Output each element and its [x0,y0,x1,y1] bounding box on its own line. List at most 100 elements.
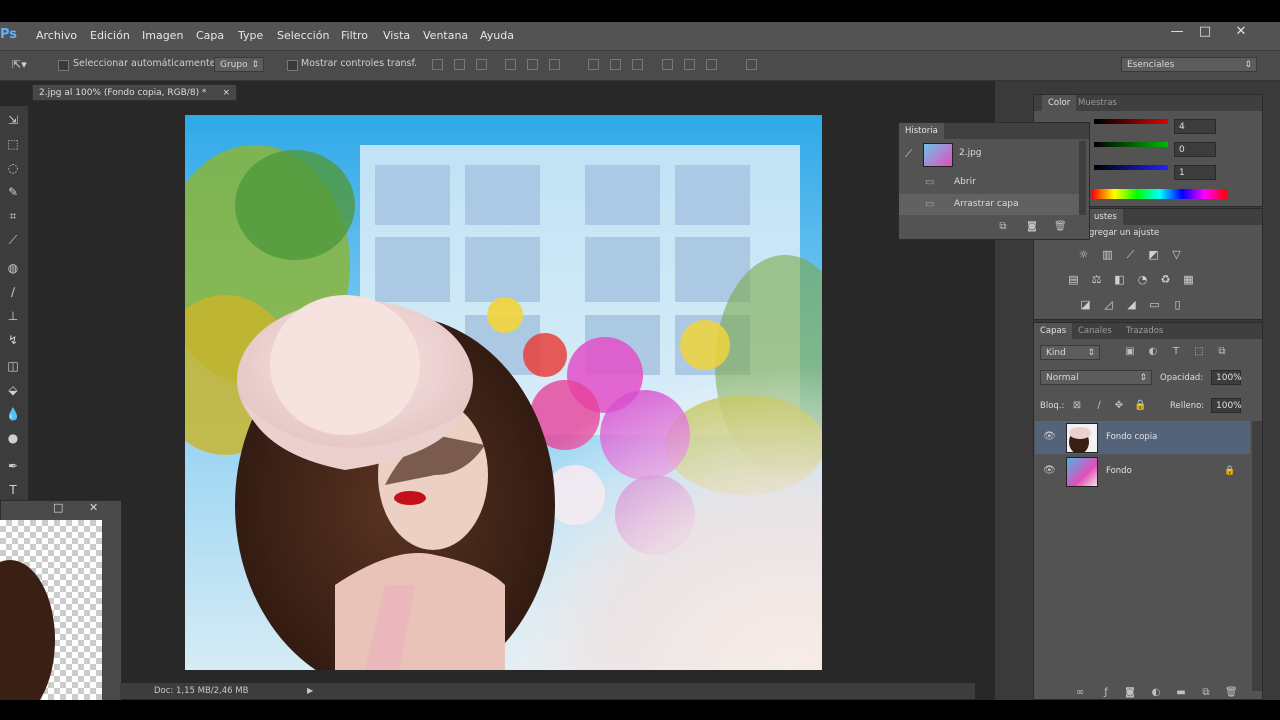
tab-layers[interactable]: Capas [1034,323,1073,339]
lasso-tool-icon[interactable]: ◌ [3,158,23,178]
green-slider[interactable] [1094,142,1168,147]
menu-capa[interactable]: Capa [190,22,230,50]
minimize-button[interactable]: — [1162,22,1192,44]
history-snapshot[interactable]: ⟋ 2.jpg [899,143,1079,171]
new-snapshot-icon[interactable]: ◙ [1026,221,1038,233]
lock-pixels-icon[interactable]: ∕ [1093,400,1105,412]
new-group-icon[interactable]: ▬ [1175,687,1187,699]
add-mask-icon[interactable]: ◙ [1124,687,1136,699]
document-canvas[interactable] [185,115,822,670]
photo-filter-icon[interactable]: ◔ [1136,273,1149,286]
filter-adjustment-icon[interactable]: ◐ [1147,346,1159,358]
distribute-hcenter-icon[interactable] [684,59,695,70]
marquee-tool-icon[interactable]: ⬚ [3,134,23,154]
pen-tool-icon[interactable]: ✒ [3,456,23,476]
filter-pixel-icon[interactable]: ▣ [1124,346,1136,358]
history-item-selected[interactable]: ▭ Arrastrar capa [899,194,1079,215]
distribute-bottom-icon[interactable] [632,59,643,70]
auto-select-dropdown[interactable]: Grupo ⇕ [214,57,264,72]
paint-bucket-tool-icon[interactable]: ⬙ [3,380,23,400]
eyedropper-tool-icon[interactable]: ⟋ [3,230,23,250]
auto-align-icon[interactable] [746,59,757,70]
channel-mixer-icon[interactable]: ♻ [1159,273,1172,286]
move-tool-icon[interactable]: ⇱▾ [12,58,27,71]
subwin-maximize-icon[interactable]: □ [53,501,63,514]
close-button[interactable]: ✕ [1226,22,1256,44]
fill-input[interactable]: 100% [1211,398,1242,413]
color-lookup-icon[interactable]: ▦ [1182,273,1195,286]
tab-channels[interactable]: Canales [1072,323,1118,339]
lock-position-icon[interactable]: ✥ [1113,400,1125,412]
color-spectrum[interactable] [1092,189,1227,199]
layer-row-selected[interactable]: 👁 Fondo copia [1035,421,1250,454]
posterize-icon[interactable]: ◿ [1102,298,1115,311]
menu-archivo[interactable]: Archivo [30,22,83,50]
distribute-right-icon[interactable] [706,59,717,70]
hue-sat-icon[interactable]: ▤ [1067,273,1080,286]
new-adjustment-layer-icon[interactable]: ◐ [1150,687,1162,699]
quick-select-tool-icon[interactable]: ✎ [3,182,23,202]
threshold-icon[interactable]: ◢ [1125,298,1138,311]
menu-edicion[interactable]: Edición [84,22,136,50]
invert-icon[interactable]: ◪ [1079,298,1092,311]
type-tool-icon[interactable]: T [3,480,23,500]
healing-tool-icon[interactable]: ◍ [3,258,23,278]
distribute-left-icon[interactable] [662,59,673,70]
align-vcenter-icon[interactable] [454,59,465,70]
lock-transparent-icon[interactable]: ⊠ [1071,400,1083,412]
vibrance-icon[interactable]: ▽ [1170,248,1183,261]
align-left-icon[interactable] [505,59,516,70]
history-brush-source-icon[interactable]: ⟋ [905,145,912,165]
layer-style-icon[interactable]: ƒ [1100,687,1112,699]
crop-tool-icon[interactable]: ⌗ [3,206,23,226]
link-layers-icon[interactable]: ∞ [1074,687,1086,699]
levels-icon[interactable]: ▥ [1101,248,1114,261]
layer-filter-dropdown[interactable]: Kind ⇕ [1040,345,1100,360]
opacity-input[interactable]: 100% [1211,370,1242,385]
align-hcenter-icon[interactable] [527,59,538,70]
maximize-button[interactable]: □ [1190,22,1220,44]
menu-vista[interactable]: Vista [377,22,416,50]
visibility-eye-icon[interactable]: 👁 [1043,465,1056,477]
green-value[interactable]: 0 [1174,142,1216,157]
delete-state-icon[interactable]: 🗑 [1054,221,1067,233]
tab-paths[interactable]: Trazados [1120,323,1169,339]
color-balance-icon[interactable]: ⚖ [1090,273,1103,286]
menu-type[interactable]: Type [232,22,269,50]
menu-seleccion[interactable]: Selección [271,22,335,50]
filter-shape-icon[interactable]: ⬚ [1193,346,1205,358]
selective-color-icon[interactable]: ▯ [1171,298,1184,311]
visibility-eye-icon[interactable]: 👁 [1043,431,1056,443]
status-menu-arrow-icon[interactable]: ▶ [307,683,313,699]
close-tab-icon[interactable]: × [222,85,230,102]
history-item[interactable]: ▭ Abrir [899,172,1079,193]
blue-value[interactable]: 1 [1174,165,1216,180]
curves-icon[interactable]: ⟋ [1124,248,1137,261]
new-document-from-state-icon[interactable]: ⧉ [997,221,1009,233]
distribute-top-icon[interactable] [588,59,599,70]
show-transform-checkbox[interactable] [287,60,298,71]
blur-tool-icon[interactable]: 💧 [3,404,23,424]
subwin-close-icon[interactable]: ✕ [89,501,98,514]
layers-scrollbar[interactable] [1252,421,1262,691]
workspace-switcher[interactable]: Esenciales ⇕ [1121,57,1257,72]
filter-type-icon[interactable]: T [1170,346,1182,358]
dodge-tool-icon[interactable]: ● [3,428,23,448]
filter-smart-object-icon[interactable]: ⧉ [1216,346,1228,358]
blue-slider[interactable] [1094,165,1168,170]
menu-ventana[interactable]: Ventana [417,22,474,50]
menu-ayuda[interactable]: Ayuda [474,22,520,50]
lock-all-icon[interactable]: 🔒 [1134,400,1146,412]
stamp-tool-icon[interactable]: ⊥ [3,306,23,326]
red-value[interactable]: 4 [1174,119,1216,134]
tab-swatches[interactable]: Muestras [1072,95,1123,111]
layer-row[interactable]: 👁 Fondo 🔒 [1035,455,1250,488]
bw-icon[interactable]: ◧ [1113,273,1126,286]
new-layer-icon[interactable]: ⧉ [1200,687,1212,699]
exposure-icon[interactable]: ◩ [1147,248,1160,261]
history-brush-tool-icon[interactable]: ↯ [3,330,23,350]
auto-select-checkbox[interactable] [58,60,69,71]
gradient-map-icon[interactable]: ▭ [1148,298,1161,311]
tab-adjustments[interactable]: ustes [1088,209,1123,225]
document-tab[interactable]: 2.jpg al 100% (Fondo copia, RGB/8) * × [32,84,237,101]
